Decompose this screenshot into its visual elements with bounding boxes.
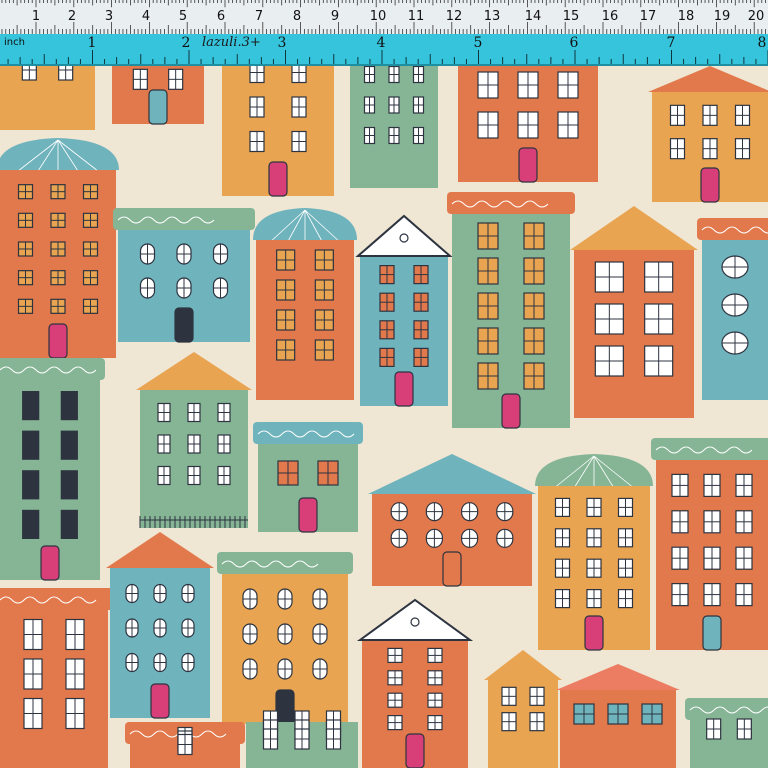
house [458,58,598,183]
house [350,52,438,188]
roof [217,552,353,574]
roof [0,588,113,610]
house [253,422,363,533]
cm-label-7: 7 [254,9,264,24]
house [125,722,245,768]
inch-unit-label: inch [4,37,25,48]
door [518,147,538,183]
inch-label-1: 1 [87,35,97,51]
cm-label-8: 8 [292,9,302,24]
cm-label-20: 20 [747,9,765,24]
cm-label-18: 18 [677,9,695,24]
door [174,307,194,343]
door [584,615,604,651]
roof [685,698,768,720]
door [700,167,720,203]
door [501,393,521,429]
centimeter-ruler: 1 2 3 4 5 6 7 8 9 10 11 12 13 14 15 16 1… [0,0,768,35]
house [648,66,768,203]
cm-label-2: 2 [67,9,77,24]
cm-label-6: 6 [216,9,226,24]
cm-label-9: 9 [330,9,340,24]
door [48,323,68,359]
house [570,206,698,418]
house [0,588,113,768]
house [651,438,768,651]
house [0,138,119,359]
door [40,545,60,581]
door [150,683,170,719]
house [0,358,105,581]
house [697,218,768,400]
cm-label-1: 1 [31,9,41,24]
house [535,454,653,651]
door [268,161,288,197]
cm-label-5: 5 [178,9,188,24]
door [298,497,318,533]
door [394,371,414,407]
cm-label-13: 13 [483,9,501,24]
cm-label-11: 11 [407,9,425,24]
house [253,208,357,400]
house-facade [256,240,354,400]
cm-label-3: 3 [104,9,114,24]
inch-ruler: inch 1 2 3 4 5 6 7 8 lazuli.3+ [0,34,768,66]
cm-label-15: 15 [562,9,580,24]
house [355,214,453,407]
cm-label-12: 12 [445,9,463,24]
photo: 1 2 3 4 5 6 7 8 9 10 11 12 13 14 15 16 1… [0,0,768,768]
house [217,552,353,725]
roof [651,438,768,460]
roof [0,358,105,380]
roof [697,218,768,240]
house-facade [560,690,676,768]
door [275,689,295,725]
inch-label-8: 8 [757,35,767,51]
inch-label-4: 4 [376,35,386,51]
cm-label-16: 16 [601,9,619,24]
inch-label-7: 7 [666,35,676,51]
cm-label-10: 10 [369,9,387,24]
ruler-brand-mark: lazuli.3+ [202,35,261,50]
door [702,615,722,651]
cm-label-4: 4 [141,9,151,24]
inch-label-2: 2 [181,35,191,51]
inch-label-5: 5 [473,35,483,51]
house-facade [574,250,694,418]
house [113,208,255,343]
fabric-print [0,0,768,768]
house [685,698,768,768]
door [148,89,168,125]
door [442,551,462,587]
inch-label-6: 6 [569,35,579,51]
inch-label-3: 3 [277,35,287,51]
cm-label-19: 19 [713,9,731,24]
house [222,48,334,197]
house [447,192,575,429]
cm-label-14: 14 [524,9,542,24]
cm-label-17: 17 [639,9,657,24]
house [106,532,214,719]
house-facade [488,680,558,768]
house-facade [690,720,768,768]
roof [113,208,255,230]
house-facade [0,610,108,768]
door [405,733,425,768]
